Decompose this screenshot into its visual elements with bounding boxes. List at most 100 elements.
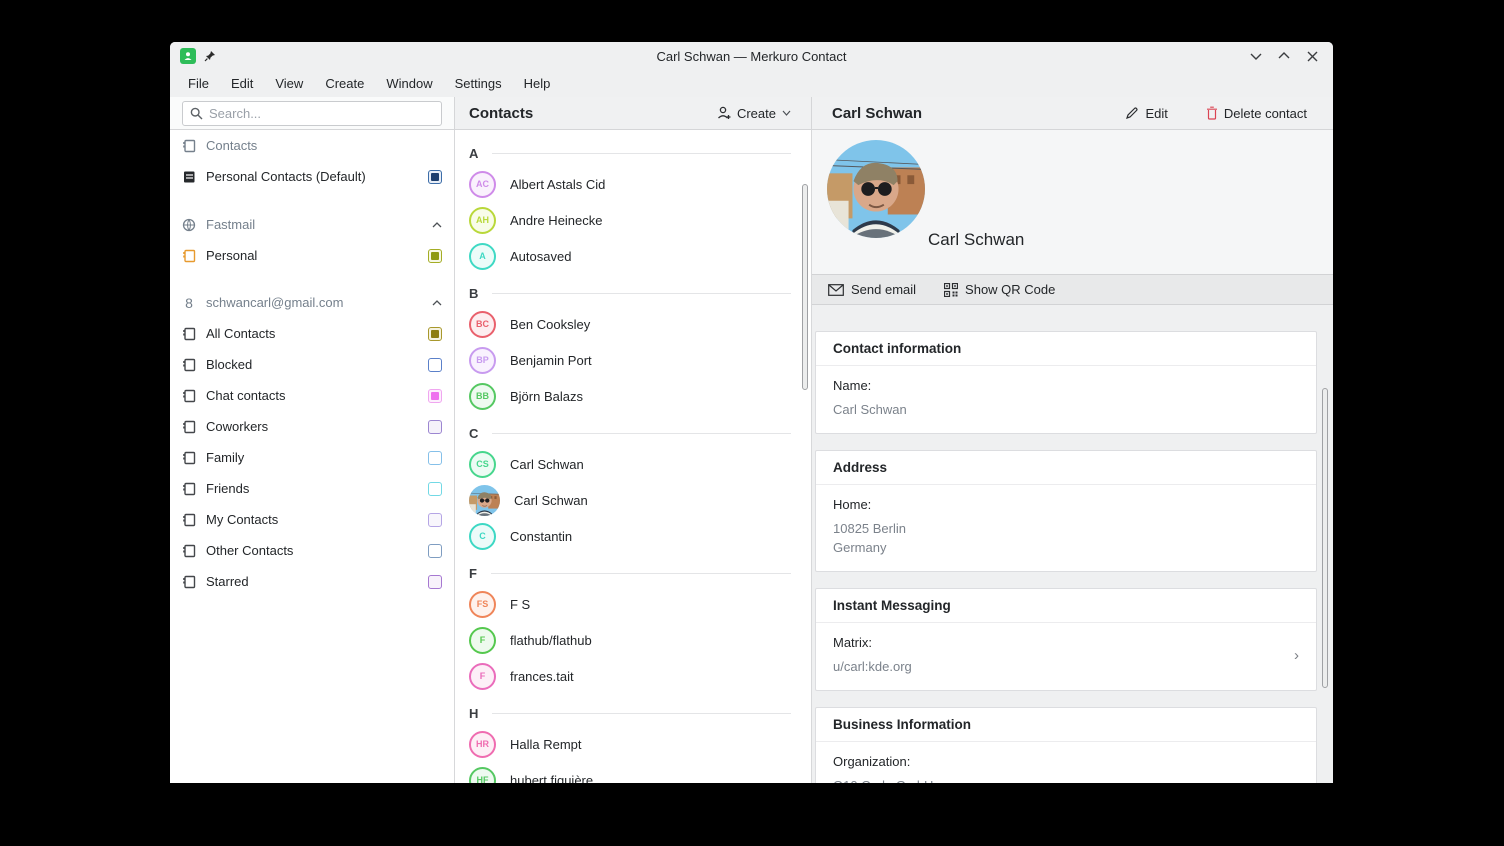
avatar: BB	[469, 382, 496, 410]
sidebar-item-personal[interactable]: Personal	[170, 240, 454, 271]
collapse-chevron-icon[interactable]	[432, 299, 442, 306]
contact-list-scrollbar[interactable]	[802, 184, 808, 390]
avatar: CS	[469, 450, 496, 478]
delete-contact-button[interactable]: Delete contact	[1200, 102, 1313, 125]
contact-name: hubert figuière	[510, 772, 594, 784]
checkbox-fill	[431, 329, 439, 338]
section-title: Instant Messaging	[816, 589, 1316, 623]
address-book-filled-icon	[184, 171, 195, 182]
contact-name: Carl Schwan	[510, 456, 584, 472]
sidebar-item-label: My Contacts	[206, 512, 279, 527]
address-book-icon	[183, 451, 196, 464]
field-value: Germany	[833, 540, 887, 555]
contact-row[interactable]: BP Benjamin Port	[455, 342, 811, 378]
edit-button[interactable]: Edit	[1119, 102, 1173, 125]
google-account-icon: 8	[185, 294, 193, 311]
titlebar[interactable]: Carl Schwan — Merkuro Contact	[170, 42, 1333, 70]
sidebar-item-label: Blocked	[206, 357, 253, 372]
menu-edit[interactable]: Edit	[221, 72, 263, 95]
field-value: G10 Code GmbH	[833, 776, 1299, 783]
visibility-checkbox[interactable]	[428, 574, 442, 589]
contact-row[interactable]: F frances.tait	[455, 658, 811, 694]
visibility-checkbox[interactable]	[428, 326, 442, 341]
visibility-checkbox[interactable]	[428, 357, 442, 372]
contact-row[interactable]: BC Ben Cooksley	[455, 306, 811, 342]
visibility-checkbox[interactable]	[428, 481, 442, 496]
visibility-checkbox[interactable]	[428, 169, 442, 184]
menubar: File Edit View Create Window Settings He…	[170, 70, 1333, 97]
section-letter: A	[469, 145, 479, 161]
sidebar-item-coworkers[interactable]: Coworkers	[170, 411, 454, 442]
menu-create[interactable]: Create	[315, 72, 374, 95]
menu-window[interactable]: Window	[376, 72, 442, 95]
sidebar-item-blocked[interactable]: Blocked	[170, 349, 454, 380]
visibility-checkbox[interactable]	[428, 543, 442, 558]
contact-row[interactable]: AH Andre Heinecke	[455, 202, 811, 238]
field-label: Name:	[833, 378, 872, 393]
avatar: HR	[469, 730, 496, 758]
contact-row[interactable]: Carl Schwan	[455, 482, 811, 518]
section-letter: C	[469, 425, 479, 441]
show-qr-code-button[interactable]: Show QR Code	[944, 282, 1055, 297]
contact-name: Carl Schwan	[514, 492, 588, 508]
chevron-down-icon	[782, 110, 791, 116]
sidebar-item-label: All Contacts	[206, 326, 276, 341]
qr-code-icon	[944, 282, 959, 297]
sidebar-group-fastmail[interactable]: Fastmail	[170, 209, 454, 240]
menu-view[interactable]: View	[265, 72, 313, 95]
contact-row[interactable]: HR Halla Rempt	[455, 726, 811, 762]
sidebar-item-other-contacts[interactable]: Other Contacts	[170, 535, 454, 566]
chevron-right-icon[interactable]: ›	[1294, 647, 1299, 664]
avatar: FS	[469, 590, 496, 618]
create-button[interactable]: Create	[710, 102, 797, 125]
section-letter: F	[469, 565, 477, 581]
visibility-checkbox[interactable]	[428, 248, 442, 263]
sidebar-item-label: Friends	[206, 481, 250, 496]
visibility-checkbox[interactable]	[428, 450, 442, 465]
search-box[interactable]	[182, 100, 442, 126]
visibility-checkbox[interactable]	[428, 419, 442, 434]
close-button[interactable]	[1303, 47, 1321, 65]
menu-help[interactable]: Help	[514, 72, 561, 95]
field-label: Home:	[833, 497, 872, 512]
field-value: 10825 Berlin	[833, 521, 906, 536]
contact-row[interactable]: C Constantin	[455, 518, 811, 554]
sidebar-item-all-contacts[interactable]: All Contacts	[170, 318, 454, 349]
contact-row[interactable]: HF hubert figuière	[455, 762, 811, 783]
sidebar-item-family[interactable]: Family	[170, 442, 454, 473]
contact-row[interactable]: F flathub/flathub	[455, 622, 811, 658]
contact-row[interactable]: FS F S	[455, 586, 811, 622]
send-email-button[interactable]: Send email	[828, 282, 916, 297]
collapse-chevron-icon[interactable]	[432, 221, 442, 228]
contact-row-selected[interactable]: CS Carl Schwan	[455, 446, 811, 482]
field-matrix[interactable]: Matrix: u/carl:kde.org ›	[816, 623, 1316, 690]
contact-name: Benjamin Port	[510, 352, 592, 368]
sidebar-item-my-contacts[interactable]: My Contacts	[170, 504, 454, 535]
menu-file[interactable]: File	[178, 72, 219, 95]
sidebar-group-gmail[interactable]: 8 schwancarl@gmail.com	[170, 287, 454, 318]
maximize-button[interactable]	[1275, 47, 1293, 65]
search-input[interactable]	[209, 105, 434, 121]
section-instant-messaging: Instant Messaging Matrix: u/carl:kde.org…	[815, 588, 1317, 691]
sidebar: Contacts Personal Contacts (Default) Fas…	[170, 130, 455, 783]
menu-settings[interactable]: Settings	[445, 72, 512, 95]
contact-row[interactable]: BB Björn Balazs	[455, 378, 811, 414]
contact-row[interactable]: A Autosaved	[455, 238, 811, 274]
visibility-checkbox[interactable]	[428, 512, 442, 527]
field-home-address: Home: 10825 Berlin Germany	[816, 485, 1316, 571]
detail-scrollbar[interactable]	[1322, 388, 1328, 688]
sidebar-item-label: Chat contacts	[206, 388, 286, 403]
sidebar-item-friends[interactable]: Friends	[170, 473, 454, 504]
sidebar-item-personal-contacts-default[interactable]: Personal Contacts (Default)	[170, 161, 454, 192]
section-title: Address	[816, 451, 1316, 485]
section-business-information: Business Information Organization: G10 C…	[815, 707, 1317, 783]
section-contact-information: Contact information Name: Carl Schwan	[815, 331, 1317, 434]
sidebar-item-contacts[interactable]: Contacts	[170, 130, 454, 161]
sidebar-item-starred[interactable]: Starred	[170, 566, 454, 597]
avatar: BP	[469, 346, 496, 374]
minimize-button[interactable]	[1247, 47, 1265, 65]
field-value: Carl Schwan	[833, 402, 907, 417]
contact-row[interactable]: AC Albert Astals Cid	[455, 166, 811, 202]
sidebar-item-chat-contacts[interactable]: Chat contacts	[170, 380, 454, 411]
visibility-checkbox[interactable]	[428, 388, 442, 403]
